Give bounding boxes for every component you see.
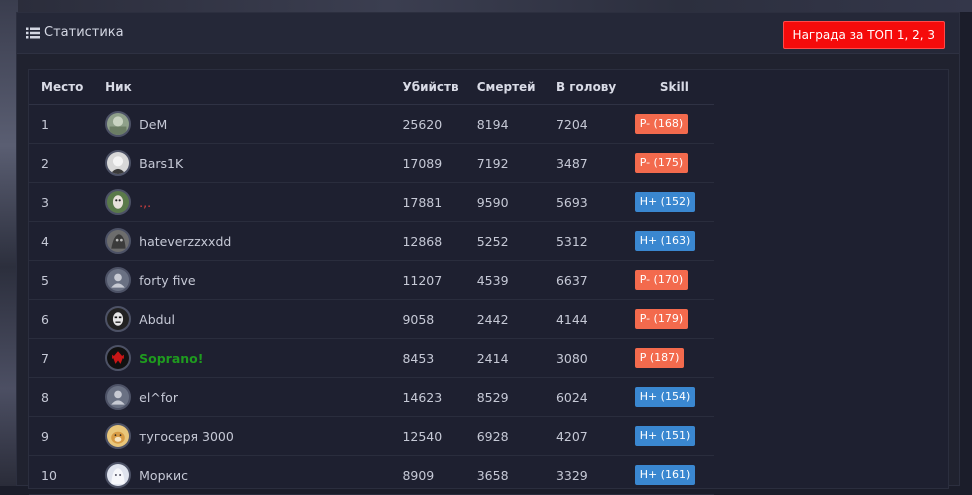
- avatar[interactable]: [105, 267, 132, 293]
- place-cell: 6: [29, 299, 106, 339]
- skill-badge: P- (175): [634, 153, 689, 173]
- player-nick-link[interactable]: Soprano!: [139, 351, 203, 366]
- place-cell: 5: [29, 260, 106, 300]
- kills-cell: 8909: [402, 455, 477, 495]
- kills-cell: 11207: [402, 260, 477, 300]
- skill-badge: P (187): [634, 348, 685, 368]
- deaths-cell: 8529: [476, 377, 556, 417]
- player-nick-link[interactable]: .,.: [139, 195, 151, 210]
- avatar[interactable]: [105, 228, 132, 254]
- player-nick-link[interactable]: Bars1K: [139, 156, 183, 171]
- avatar[interactable]: [105, 306, 132, 332]
- deaths-cell: 8194: [476, 104, 556, 144]
- skill-badge: P- (170): [634, 270, 689, 290]
- headshots-cell: 6024: [555, 377, 635, 417]
- avatar[interactable]: [105, 150, 132, 176]
- deaths-cell: 2442: [476, 299, 556, 339]
- avatar[interactable]: [105, 189, 132, 215]
- table-row[interactable]: 2 Bars1K 17089 7192 3487 P- (175): [29, 143, 714, 183]
- deaths-cell: 9590: [476, 182, 556, 222]
- skill-badge: P- (168): [634, 114, 689, 134]
- list-icon: [26, 27, 40, 39]
- table-row[interactable]: 6 Abdul 9058 2442 4144 P- (179): [29, 299, 714, 339]
- stats-table: Место Ник Убийств Смертей В голову Skill…: [29, 70, 714, 495]
- player-nick-link[interactable]: DeM: [139, 117, 167, 132]
- skill-badge: H+ (154): [634, 387, 696, 407]
- player-nick-link[interactable]: hateverzzxxdd: [139, 234, 231, 249]
- deaths-cell: 7192: [476, 143, 556, 183]
- deaths-cell: 6928: [476, 416, 556, 456]
- avatar[interactable]: [105, 423, 132, 449]
- skill-badge: H+ (152): [634, 192, 696, 212]
- column-header-skill[interactable]: Skill: [634, 70, 714, 105]
- skill-badge: P- (179): [634, 309, 689, 329]
- kills-cell: 25620: [402, 104, 477, 144]
- table-row[interactable]: 5 forty five 11207 4539 6637 P- (170): [29, 260, 714, 300]
- deaths-cell: 4539: [476, 260, 556, 300]
- kills-cell: 8453: [402, 338, 477, 378]
- kills-cell: 12868: [402, 221, 477, 261]
- avatar[interactable]: [105, 462, 132, 488]
- table-row[interactable]: 1 DeM 25620 8194 7204 P- (168): [29, 104, 714, 144]
- player-nick-link[interactable]: el^for: [139, 390, 178, 405]
- place-cell: 1: [29, 104, 106, 144]
- player-nick-link[interactable]: Abdul: [139, 312, 175, 327]
- table-row[interactable]: 8 el^for 14623 8529 6024 H+ (154): [29, 377, 714, 417]
- deaths-cell: 3658: [476, 455, 556, 495]
- deaths-cell: 5252: [476, 221, 556, 261]
- place-cell: 4: [29, 221, 106, 261]
- table-row[interactable]: 7 Soprano! 8453 2414 3080 P (187): [29, 338, 714, 378]
- headshots-cell: 5693: [555, 182, 635, 222]
- headshots-cell: 4207: [555, 416, 635, 456]
- headshots-cell: 7204: [555, 104, 635, 144]
- panel-title-text: Статистика: [44, 25, 124, 40]
- place-cell: 3: [29, 182, 106, 222]
- skill-badge: H+ (163): [634, 231, 696, 251]
- column-header-headshots[interactable]: В голову: [555, 70, 635, 105]
- deaths-cell: 2414: [476, 338, 556, 378]
- kills-cell: 12540: [402, 416, 477, 456]
- column-header-place[interactable]: Место: [29, 70, 106, 105]
- table-header-row: Место Ник Убийств Смертей В голову Skill: [29, 70, 714, 105]
- skill-badge: H+ (161): [634, 465, 696, 485]
- headshots-cell: 5312: [555, 221, 635, 261]
- player-nick-link[interactable]: тугосеря 3000: [139, 429, 234, 444]
- avatar[interactable]: [105, 111, 132, 137]
- headshots-cell: 6637: [555, 260, 635, 300]
- kills-cell: 9058: [402, 299, 477, 339]
- panel-header: Статистика Награда за ТОП 1, 2, 3: [17, 13, 959, 54]
- award-top3-button[interactable]: Награда за ТОП 1, 2, 3: [782, 21, 945, 49]
- column-header-deaths[interactable]: Смертей: [476, 70, 556, 105]
- player-nick-link[interactable]: Моркис: [139, 468, 188, 483]
- avatar[interactable]: [105, 384, 132, 410]
- place-cell: 7: [29, 338, 106, 378]
- place-cell: 10: [29, 455, 106, 495]
- statistics-panel: Статистика Награда за ТОП 1, 2, 3 Место …: [16, 12, 960, 495]
- background-top: [0, 0, 972, 12]
- column-header-nick[interactable]: Ник: [105, 70, 403, 105]
- kills-cell: 14623: [402, 377, 477, 417]
- table-row[interactable]: 3 .,. 17881 9590 5693 H+ (152): [29, 182, 714, 222]
- skill-badge: H+ (151): [634, 426, 696, 446]
- headshots-cell: 4144: [555, 299, 635, 339]
- table-row[interactable]: 9 тугосеря 3000 12540 6928 4207 H+ (151): [29, 416, 714, 456]
- kills-cell: 17089: [402, 143, 477, 183]
- column-header-kills[interactable]: Убийств: [402, 70, 477, 105]
- stats-table-container: Место Ник Убийств Смертей В голову Skill…: [28, 69, 949, 495]
- panel-title: Статистика: [26, 25, 124, 40]
- headshots-cell: 3080: [555, 338, 635, 378]
- place-cell: 2: [29, 143, 106, 183]
- headshots-cell: 3329: [555, 455, 635, 495]
- table-row[interactable]: 10 Моркис 8909 3658 3329 H+ (161): [29, 455, 714, 495]
- place-cell: 8: [29, 377, 106, 417]
- place-cell: 9: [29, 416, 106, 456]
- kills-cell: 17881: [402, 182, 477, 222]
- player-nick-link[interactable]: forty five: [139, 273, 195, 288]
- headshots-cell: 3487: [555, 143, 635, 183]
- avatar[interactable]: [105, 345, 132, 371]
- table-row[interactable]: 4 hateverzzxxdd 12868 5252 5312 H+ (163): [29, 221, 714, 261]
